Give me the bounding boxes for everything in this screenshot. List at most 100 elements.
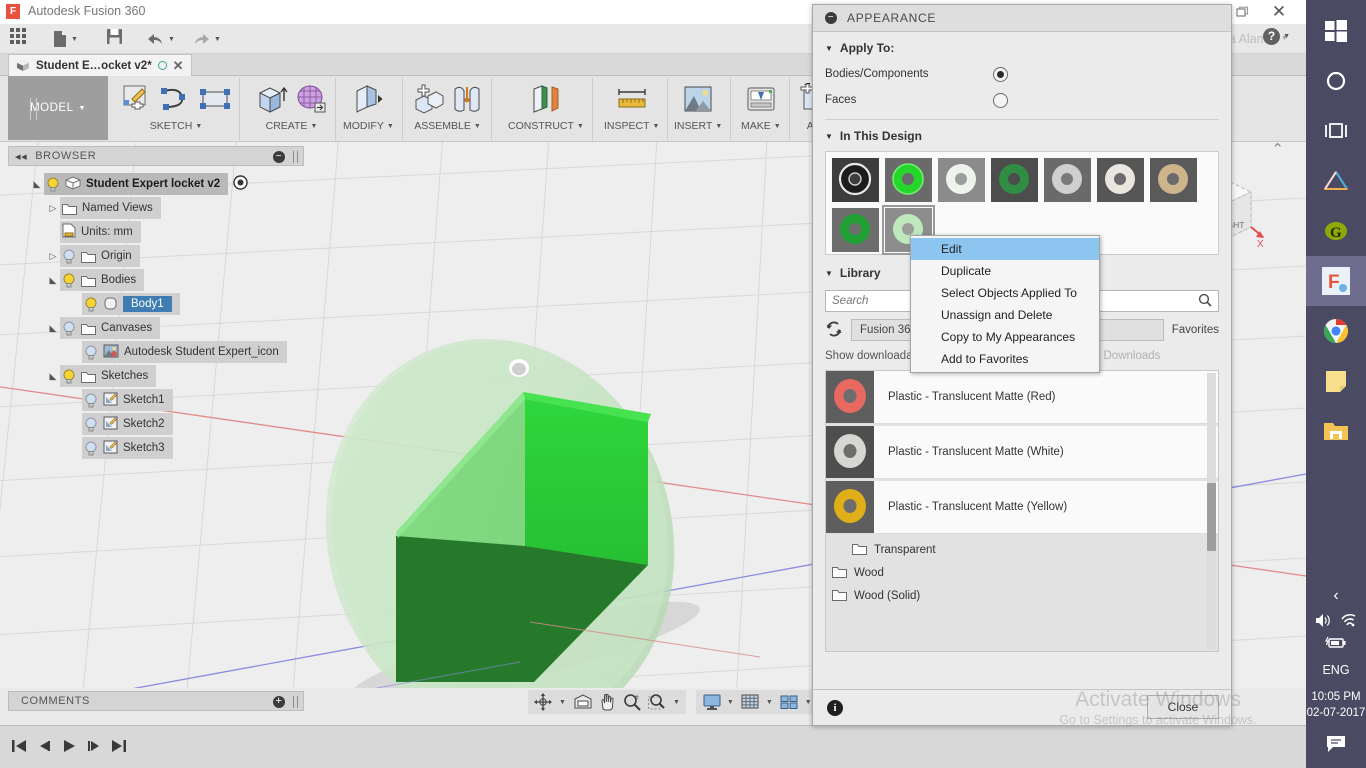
browser-minimize-icon[interactable]: − bbox=[273, 151, 285, 163]
info-icon[interactable]: i bbox=[827, 699, 843, 716]
light-bulb-icon[interactable] bbox=[84, 393, 98, 408]
appearance-swatch-green-bright[interactable] bbox=[885, 158, 932, 202]
chevron-down-icon[interactable]: ▼ bbox=[78, 105, 85, 112]
chevron-down-icon[interactable]: ▼ bbox=[673, 699, 680, 706]
material-row[interactable]: Plastic - Translucent Matte (Yellow) bbox=[826, 481, 1218, 534]
tree-row-sketch1[interactable]: Sketch1 bbox=[8, 388, 308, 412]
tree-row-units[interactable]: Units: mm bbox=[8, 220, 308, 244]
browser-panel-header[interactable]: ◂◂ BROWSER − bbox=[8, 146, 304, 166]
tray-battery-row[interactable] bbox=[1306, 636, 1366, 653]
3d-print-icon[interactable] bbox=[745, 83, 777, 118]
expander-icon[interactable]: ◣ bbox=[46, 275, 60, 286]
light-bulb-icon[interactable] bbox=[84, 345, 98, 360]
restore-window-button[interactable] bbox=[1234, 4, 1250, 20]
grid-snap-icon[interactable] bbox=[741, 693, 759, 711]
expander-icon[interactable]: ◣ bbox=[46, 323, 60, 334]
chevron-down-icon[interactable]: ▼ bbox=[71, 36, 78, 43]
go-to-end-icon[interactable] bbox=[110, 737, 128, 755]
chevron-down-icon[interactable]: ▼ bbox=[1283, 33, 1290, 40]
chrome-icon[interactable] bbox=[1306, 306, 1366, 356]
undo-icon[interactable]: ▼ bbox=[146, 28, 175, 50]
light-bulb-icon[interactable] bbox=[46, 177, 60, 192]
chevron-down-icon[interactable]: ▼ bbox=[727, 699, 734, 706]
insert-canvas-icon[interactable] bbox=[682, 83, 714, 118]
tree-row-body1[interactable]: Body1 bbox=[8, 292, 308, 316]
context-menu-item-add-to-favorites[interactable]: Add to Favorites bbox=[911, 348, 1099, 370]
spline-icon[interactable] bbox=[160, 83, 192, 118]
cortana-search-icon[interactable] bbox=[1306, 56, 1366, 106]
appearance-swatch-black-glossy[interactable] bbox=[832, 158, 879, 202]
step-forward-icon[interactable] bbox=[85, 737, 103, 755]
add-comment-icon[interactable]: + bbox=[273, 696, 285, 708]
chevron-down-icon[interactable]: ▼ bbox=[825, 44, 833, 53]
apply-to-faces-row[interactable]: Faces bbox=[813, 87, 1231, 113]
step-back-icon[interactable] bbox=[35, 737, 53, 755]
appearance-swatch-tan[interactable] bbox=[1150, 158, 1197, 202]
clock[interactable]: 10:05 PM 02-07-2017 bbox=[1306, 689, 1366, 721]
material-row[interactable]: Plastic - Translucent Matte (White) bbox=[826, 426, 1218, 479]
browser-resize-grip[interactable] bbox=[293, 151, 298, 163]
chevron-down-icon[interactable]: ▼ bbox=[310, 123, 317, 130]
apply-to-section-header[interactable]: ▼ Apply To: bbox=[813, 32, 1231, 61]
tree-row-bodies[interactable]: ◣ Bodies bbox=[8, 268, 308, 292]
language-indicator[interactable]: ENG bbox=[1306, 663, 1366, 677]
tree-row-sketch3[interactable]: Sketch3 bbox=[8, 436, 308, 460]
rectangle-icon[interactable] bbox=[199, 83, 231, 118]
tree-row-root[interactable]: ◣ Student Expert locket v2 bbox=[8, 172, 308, 196]
ribbon-group-label[interactable]: INSPECT ▼ bbox=[604, 120, 659, 132]
light-bulb-icon[interactable] bbox=[84, 441, 98, 456]
close-tab-icon[interactable]: ✕ bbox=[173, 58, 184, 74]
autodesk-icon[interactable] bbox=[1306, 156, 1366, 206]
action-center-button[interactable] bbox=[1306, 735, 1366, 756]
press-pull-icon[interactable] bbox=[352, 83, 384, 118]
tree-row-named-views[interactable]: ▷ Named Views bbox=[8, 196, 308, 220]
appearance-dialog-title-bar[interactable]: − APPEARANCE bbox=[813, 5, 1231, 32]
ribbon-group-label[interactable]: CONSTRUCT ▼ bbox=[508, 120, 584, 132]
appearance-swatch-white-translucent[interactable] bbox=[938, 158, 985, 202]
ribbon-group-label[interactable]: ASSEMBLE ▼ bbox=[414, 120, 481, 132]
chevron-down-icon[interactable]: ▼ bbox=[387, 123, 394, 130]
material-row[interactable]: Plastic - Translucent Matte (Red) bbox=[826, 371, 1218, 424]
document-tab[interactable]: Student E…ocket v2* ✕ bbox=[8, 54, 192, 76]
chevron-down-icon[interactable]: ▼ bbox=[195, 123, 202, 130]
tree-row-canvas-image[interactable]: Autodesk Student Expert_icon bbox=[8, 340, 308, 364]
light-bulb-icon[interactable] bbox=[84, 417, 98, 432]
collapse-dialog-icon[interactable]: − bbox=[825, 12, 837, 24]
redo-icon[interactable]: ▼ bbox=[192, 28, 221, 50]
zoom-window-icon[interactable] bbox=[647, 693, 666, 711]
refresh-icon[interactable] bbox=[825, 320, 843, 341]
wifi-icon[interactable] bbox=[1340, 613, 1357, 631]
library-folder-transparent[interactable]: Transparent bbox=[826, 538, 1218, 561]
context-menu-item-duplicate[interactable]: Duplicate bbox=[911, 260, 1099, 282]
play-icon[interactable] bbox=[60, 737, 78, 755]
expander-icon[interactable]: ◣ bbox=[30, 179, 44, 190]
search-icon[interactable] bbox=[1198, 293, 1212, 310]
task-view-icon[interactable] bbox=[1306, 106, 1366, 156]
sticky-notes-icon[interactable] bbox=[1306, 356, 1366, 406]
apply-to-bodies-row[interactable]: Bodies/Components bbox=[813, 61, 1231, 87]
chevron-down-icon[interactable]: ▼ bbox=[577, 123, 584, 130]
measure-icon[interactable] bbox=[616, 83, 648, 118]
help-button[interactable]: ? ▼ bbox=[1263, 28, 1290, 45]
context-menu-item-copy-to-my-appearances[interactable]: Copy to My Appearances bbox=[911, 326, 1099, 348]
fusion360-taskbar-icon[interactable]: F bbox=[1306, 256, 1366, 306]
ribbon-group-label[interactable]: MAKE ▼ bbox=[741, 120, 781, 132]
light-bulb-icon[interactable] bbox=[62, 321, 76, 336]
look-at-icon[interactable] bbox=[573, 693, 592, 711]
favorites-label[interactable]: Favorites bbox=[1172, 324, 1219, 336]
pan-icon[interactable] bbox=[598, 693, 616, 711]
light-bulb-icon[interactable] bbox=[62, 249, 76, 264]
context-menu-item-edit[interactable]: Edit bbox=[911, 238, 1099, 260]
chevron-down-icon[interactable]: ▼ bbox=[168, 36, 175, 43]
tree-row-sketches[interactable]: ◣ Sketches bbox=[8, 364, 308, 388]
viewports-icon[interactable] bbox=[780, 693, 798, 711]
collapse-browser-icon[interactable]: ◂◂ bbox=[15, 150, 27, 163]
chevron-down-icon[interactable]: ▼ bbox=[774, 123, 781, 130]
tree-row-canvases[interactable]: ◣ Canvases bbox=[8, 316, 308, 340]
green-app-icon[interactable]: G bbox=[1306, 206, 1366, 256]
new-file-icon[interactable]: ▼ bbox=[52, 28, 78, 50]
file-explorer-icon[interactable] bbox=[1306, 406, 1366, 456]
chevron-down-icon[interactable]: ▼ bbox=[653, 123, 660, 130]
close-button[interactable]: Close bbox=[1147, 695, 1219, 719]
chevron-down-icon[interactable]: ▼ bbox=[766, 699, 773, 706]
